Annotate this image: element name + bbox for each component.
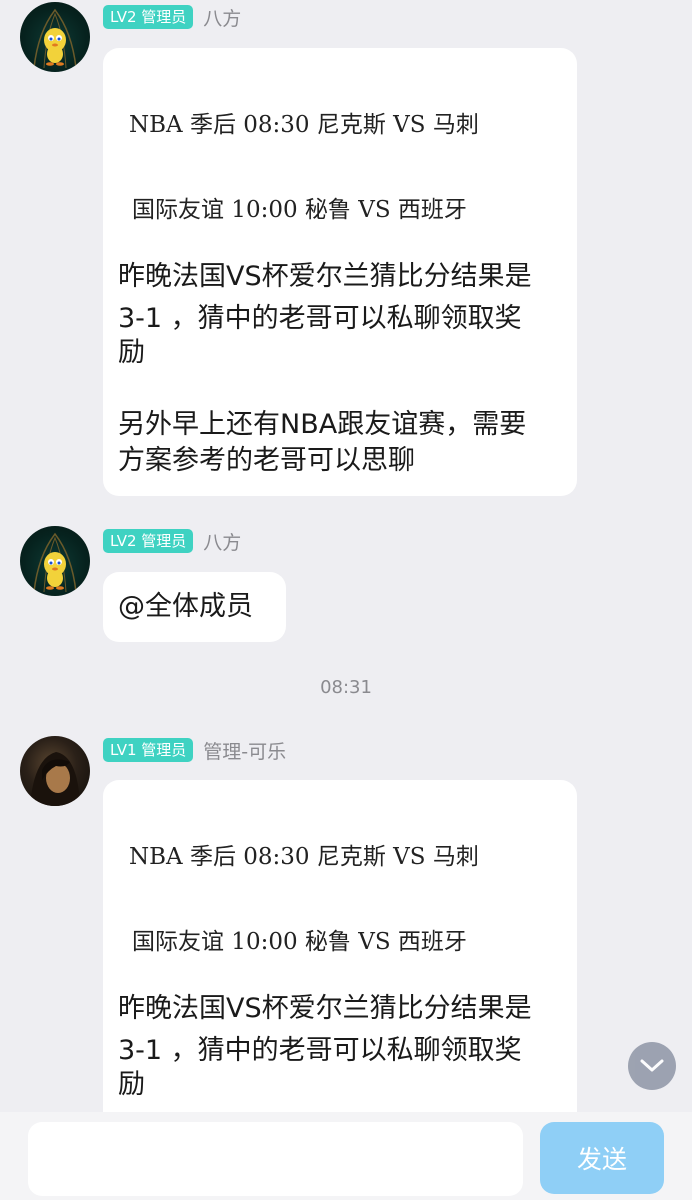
timestamp: 08:31: [320, 677, 372, 698]
message-text-line: 励: [118, 1069, 145, 1100]
schedule-line: NBA 季后 08:30 尼克斯 VS 马刺: [129, 844, 479, 870]
message-text-line: 昨晚法国VS杯爱尔兰猜比分结果是: [118, 993, 532, 1024]
tweety-avatar-icon: [33, 532, 77, 593]
chevron-down-icon: [640, 1059, 664, 1072]
level-badge: LV2 管理员: [103, 5, 194, 29]
level-badge: LV1 管理员: [103, 738, 194, 762]
sender-name[interactable]: 八方: [203, 4, 241, 31]
schedule-line: NBA 季后 08:30 尼克斯 VS 马刺: [129, 112, 479, 138]
sender-name[interactable]: 管理-可乐: [203, 737, 286, 764]
message-meta: LV1 管理员 管理-可乐: [103, 737, 286, 763]
level-badge: LV2 管理员: [103, 529, 194, 553]
sender-name[interactable]: 八方: [203, 528, 241, 555]
message-text-line: 3-1 ，猜中的老哥可以私聊领取奖: [118, 303, 522, 334]
message-meta: LV2 管理员 八方: [103, 4, 241, 30]
message-text-line: 3-1 ，猜中的老哥可以私聊领取奖: [118, 1035, 522, 1066]
message-text-line: 昨晚法国VS杯爱尔兰猜比分结果是: [118, 261, 532, 292]
message-meta: LV2 管理员 八方: [103, 528, 241, 554]
message-bubble[interactable]: @全体成员: [103, 572, 286, 642]
composer-bar: 发送: [0, 1112, 692, 1200]
message-bubble[interactable]: NBA 季后 08:30 尼克斯 VS 马刺 国际友谊 10:00 秘鲁 VS …: [103, 48, 577, 496]
avatar[interactable]: [20, 526, 90, 596]
chat-message-list[interactable]: LV2 管理员 八方 NBA 季后 08:30 尼克斯 VS 马刺 国际友谊 1…: [0, 0, 692, 1112]
message-text-line: 方案参考的老哥可以思聊: [118, 445, 415, 476]
avatar[interactable]: [20, 736, 90, 806]
scroll-to-bottom-button[interactable]: [628, 1042, 676, 1090]
schedule-line: 国际友谊 10:00 秘鲁 VS 西班牙: [132, 929, 467, 955]
message-input[interactable]: [28, 1122, 523, 1196]
avatar[interactable]: [20, 2, 90, 72]
mention-all-text: @全体成员: [118, 591, 253, 622]
message-bubble[interactable]: NBA 季后 08:30 尼克斯 VS 马刺 国际友谊 10:00 秘鲁 VS …: [103, 780, 577, 1112]
schedule-line: 国际友谊 10:00 秘鲁 VS 西班牙: [132, 197, 467, 223]
tweety-avatar-icon: [33, 8, 77, 69]
person-avatar-icon: [30, 752, 80, 806]
send-button[interactable]: 发送: [540, 1122, 664, 1194]
message-text-line: 励: [118, 337, 145, 368]
